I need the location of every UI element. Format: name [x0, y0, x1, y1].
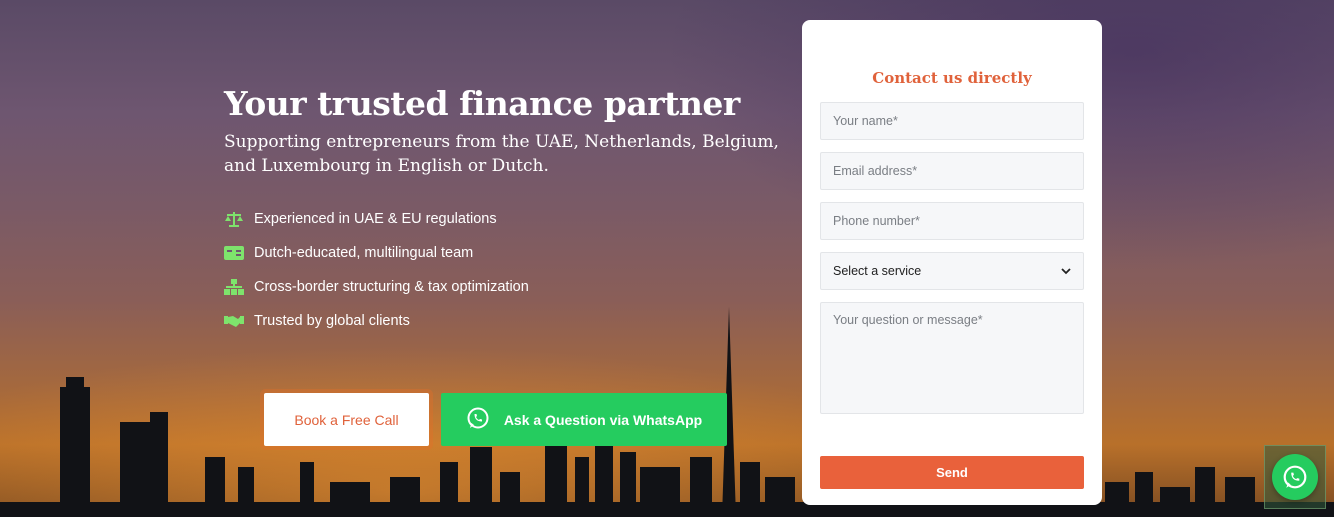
feature-item: Experienced in UAE & EU regulations [224, 202, 784, 236]
email-input[interactable] [820, 152, 1084, 190]
feature-item: Trusted by global clients [224, 304, 784, 338]
name-input[interactable] [820, 102, 1084, 140]
feature-label: Dutch-educated, multilingual team [254, 245, 474, 261]
whatsapp-question-button[interactable]: Ask a Question via WhatsApp [441, 393, 727, 446]
send-button[interactable]: Send [820, 456, 1084, 489]
service-select[interactable]: Select a service [820, 252, 1084, 290]
feature-item: Cross-border structuring & tax optimizat… [224, 270, 784, 304]
translate-icon [224, 245, 244, 261]
feature-item: Dutch-educated, multilingual team [224, 236, 784, 270]
whatsapp-button-label: Ask a Question via WhatsApp [503, 411, 703, 428]
scales-icon [224, 211, 244, 227]
handshake-icon [224, 313, 244, 329]
feature-list: Experienced in UAE & EU regulations Dutc… [224, 202, 784, 338]
feature-label: Experienced in UAE & EU regulations [254, 211, 497, 227]
sitemap-icon [224, 279, 244, 295]
hero-subtitle: Supporting entrepreneurs from the UAE, N… [224, 132, 779, 176]
whatsapp-icon [466, 406, 490, 433]
contact-form-card: Contact us directly Select a service Sen… [802, 20, 1102, 505]
feature-label: Cross-border structuring & tax optimizat… [254, 279, 529, 295]
phone-input[interactable] [820, 202, 1084, 240]
floating-whatsapp-button[interactable] [1264, 445, 1326, 509]
hero-title: Your trusted finance partner [224, 84, 740, 123]
hero-section: Your trusted finance partner Supporting … [224, 84, 784, 338]
feature-label: Trusted by global clients [254, 313, 410, 329]
contact-form-title: Contact us directly [872, 69, 1032, 87]
book-free-call-button[interactable]: Book a Free Call [264, 393, 429, 446]
chevron-down-icon [1061, 264, 1071, 278]
message-textarea[interactable] [820, 302, 1084, 414]
whatsapp-icon [1272, 454, 1318, 500]
service-select-value: Select a service [833, 264, 922, 278]
